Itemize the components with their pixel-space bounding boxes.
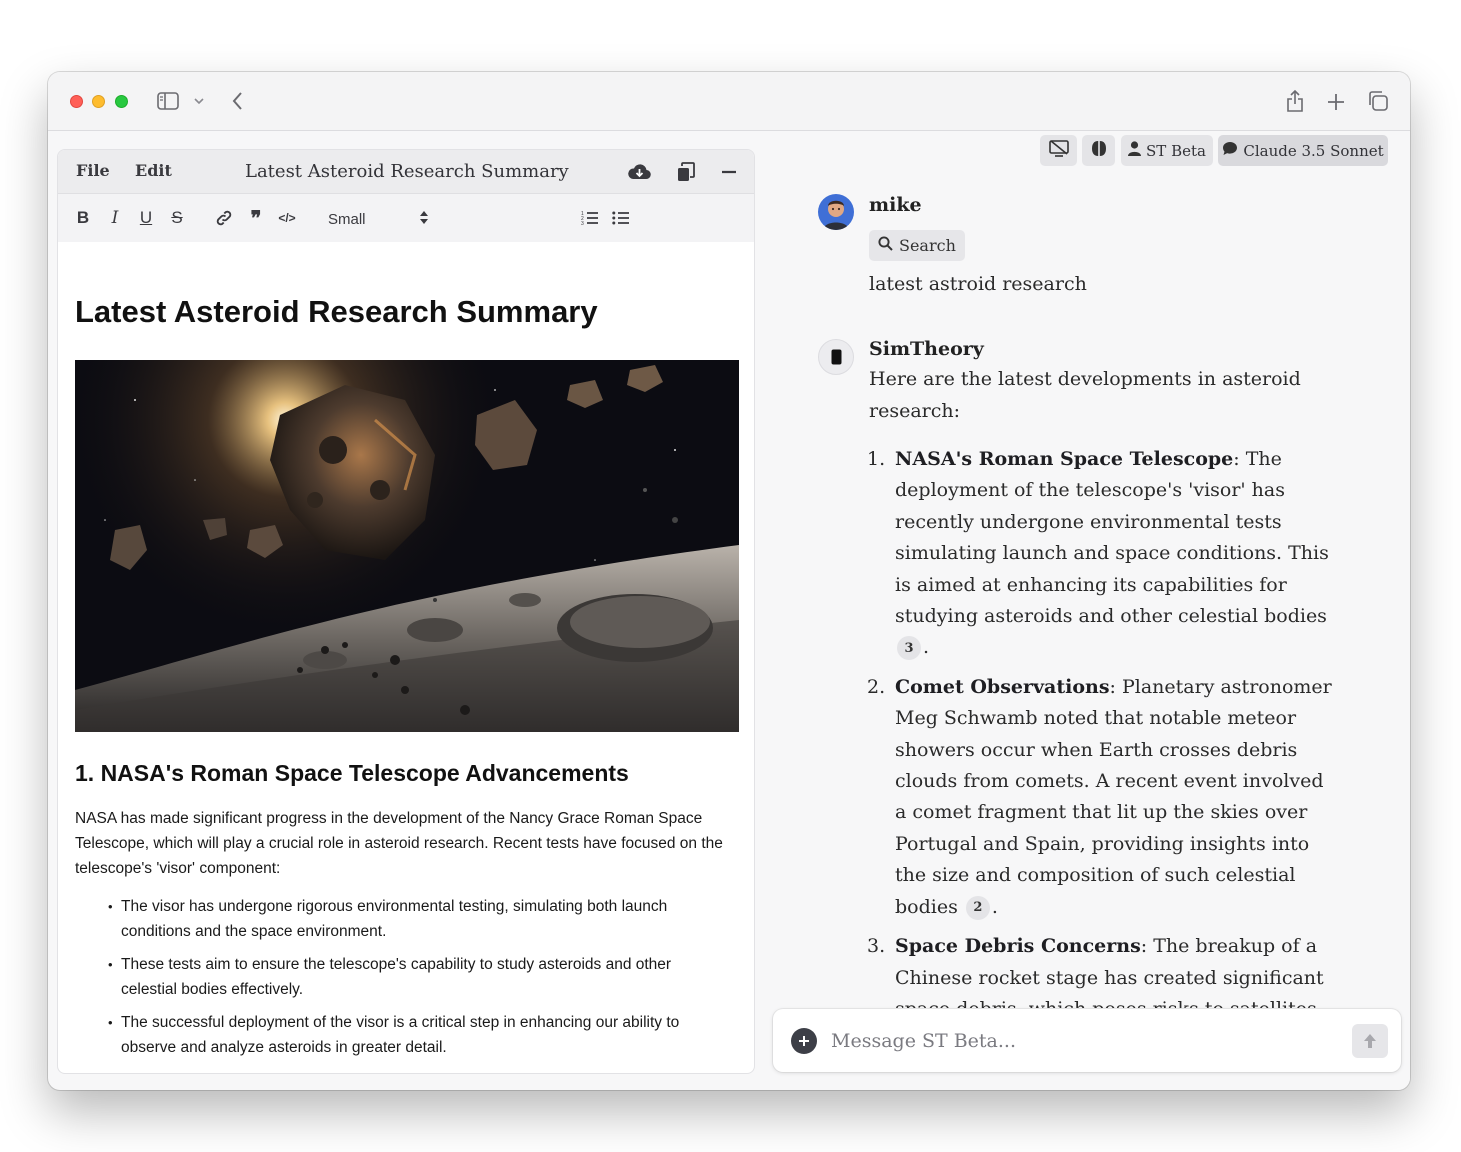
item-title: Comet Observations: [895, 675, 1110, 698]
new-tab-icon[interactable]: [1325, 91, 1347, 113]
cloud-download-icon[interactable]: [626, 160, 652, 184]
asteroid-image: [75, 360, 739, 732]
browser-window: File Edit Latest Asteroid Research Summa…: [48, 72, 1410, 1090]
menu-edit[interactable]: Edit: [135, 161, 172, 180]
chat-panel: ST Beta Claude 3.5 Sonnet mike Search la…: [773, 132, 1410, 1090]
chevron-down-icon[interactable]: [192, 95, 206, 107]
list-item: These tests aim to ensure the telescope'…: [105, 952, 725, 1002]
item-text: : The deployment of the telescope's 'vis…: [895, 448, 1329, 628]
back-icon[interactable]: [228, 91, 246, 111]
formatting-toolbar: B I U S ❞ </> Small 123: [58, 194, 754, 242]
browser-titlebar: [48, 72, 1410, 131]
list-item: The visor has undergone rigorous environ…: [105, 894, 725, 944]
list-item: 1. NASA's Roman Space Telescope: The depl…: [867, 444, 1333, 664]
document-editor: File Edit Latest Asteroid Research Summa…: [57, 149, 755, 1074]
tab-overview-icon[interactable]: [1366, 89, 1390, 113]
model-selector[interactable]: Claude 3.5 Sonnet: [1218, 135, 1388, 166]
item-end: .: [991, 895, 998, 918]
avatar: [818, 194, 854, 230]
list-item: The successful deployment of the visor i…: [105, 1010, 725, 1060]
list-item: 3. Space Debris Concerns: The breakup of …: [867, 931, 1333, 1008]
model-label: Claude 3.5 Sonnet: [1243, 141, 1384, 160]
message-input[interactable]: [831, 1023, 1331, 1059]
tool-badge-search[interactable]: Search: [869, 230, 965, 261]
chat-bubble-icon: [1222, 141, 1238, 160]
assistant-name: SimTheory: [869, 338, 984, 360]
brain-icon: [1091, 140, 1107, 161]
sidebar-toggle-icon[interactable]: [156, 90, 180, 112]
brain-mode-button[interactable]: [1082, 135, 1115, 166]
share-icon[interactable]: [1284, 88, 1306, 114]
select-arrows-icon: [420, 210, 428, 228]
code-button[interactable]: </>: [277, 207, 297, 229]
assistant-intro: Here are the latest developments in aste…: [869, 368, 1301, 422]
message-composer: [773, 1009, 1401, 1072]
list-number: 2.: [867, 675, 886, 698]
assistant-list: 1. NASA's Roman Space Telescope: The depl…: [867, 444, 1333, 1008]
section-bullet-list: The visor has undergone rigorous environ…: [105, 894, 725, 1068]
menu-file[interactable]: File: [76, 161, 110, 180]
user-name: mike: [869, 194, 922, 216]
svg-text:3: 3: [581, 221, 584, 226]
item-title: NASA's Roman Space Telescope: [895, 448, 1234, 470]
ordered-list-icon[interactable]: 123: [580, 207, 600, 229]
message-list[interactable]: mike Search latest astroid research SimT…: [773, 176, 1410, 1008]
list-number: 1.: [867, 448, 886, 470]
send-button[interactable]: [1352, 1024, 1388, 1058]
assistant-avatar: [818, 339, 854, 375]
profile-chip[interactable]: ST Beta: [1121, 135, 1213, 166]
italic-button[interactable]: I: [105, 207, 125, 229]
document-heading: Latest Asteroid Research Summary: [75, 294, 598, 329]
add-attachment-button[interactable]: [791, 1028, 817, 1054]
font-size-value: Small: [328, 210, 366, 228]
screen-share-off-button[interactable]: [1040, 135, 1077, 166]
citation-badge[interactable]: 3: [897, 636, 921, 661]
font-size-select[interactable]: Small: [328, 208, 428, 230]
minimize-window-button[interactable]: [92, 95, 105, 108]
link-icon[interactable]: [214, 207, 234, 229]
tool-badge-label: Search: [899, 236, 956, 255]
bold-button[interactable]: B: [73, 207, 93, 229]
item-end: .: [923, 636, 930, 659]
section-heading: 1. NASA's Roman Space Telescope Advancem…: [75, 760, 629, 786]
strikethrough-button[interactable]: S: [167, 207, 187, 229]
close-window-button[interactable]: [70, 95, 83, 108]
screen-off-icon: [1048, 140, 1069, 161]
citation-badge[interactable]: 2: [965, 895, 990, 920]
list-number: 3.: [867, 935, 886, 958]
profile-label: ST Beta: [1146, 141, 1206, 160]
minimize-icon[interactable]: [716, 160, 742, 184]
item-text: : Planetary astronomer Meg Schwamb noted…: [895, 675, 1332, 918]
document-title: Latest Asteroid Research Summary: [245, 161, 569, 182]
quote-button[interactable]: ❞: [246, 207, 266, 230]
search-icon: [878, 236, 893, 255]
list-item: 2. Comet Observations: Planetary astronom…: [867, 672, 1333, 923]
bullet-list-icon[interactable]: [611, 207, 631, 229]
copy-icon[interactable]: [673, 160, 699, 184]
user-message: latest astroid research: [869, 273, 1087, 295]
section-paragraph: NASA has made significant progress in th…: [75, 810, 723, 877]
zoom-window-button[interactable]: [115, 95, 128, 108]
editor-header: File Edit Latest Asteroid Research Summa…: [58, 150, 754, 194]
item-title: Space Debris Concerns: [895, 935, 1141, 958]
user-icon: [1128, 141, 1142, 160]
underline-button[interactable]: U: [136, 207, 156, 229]
